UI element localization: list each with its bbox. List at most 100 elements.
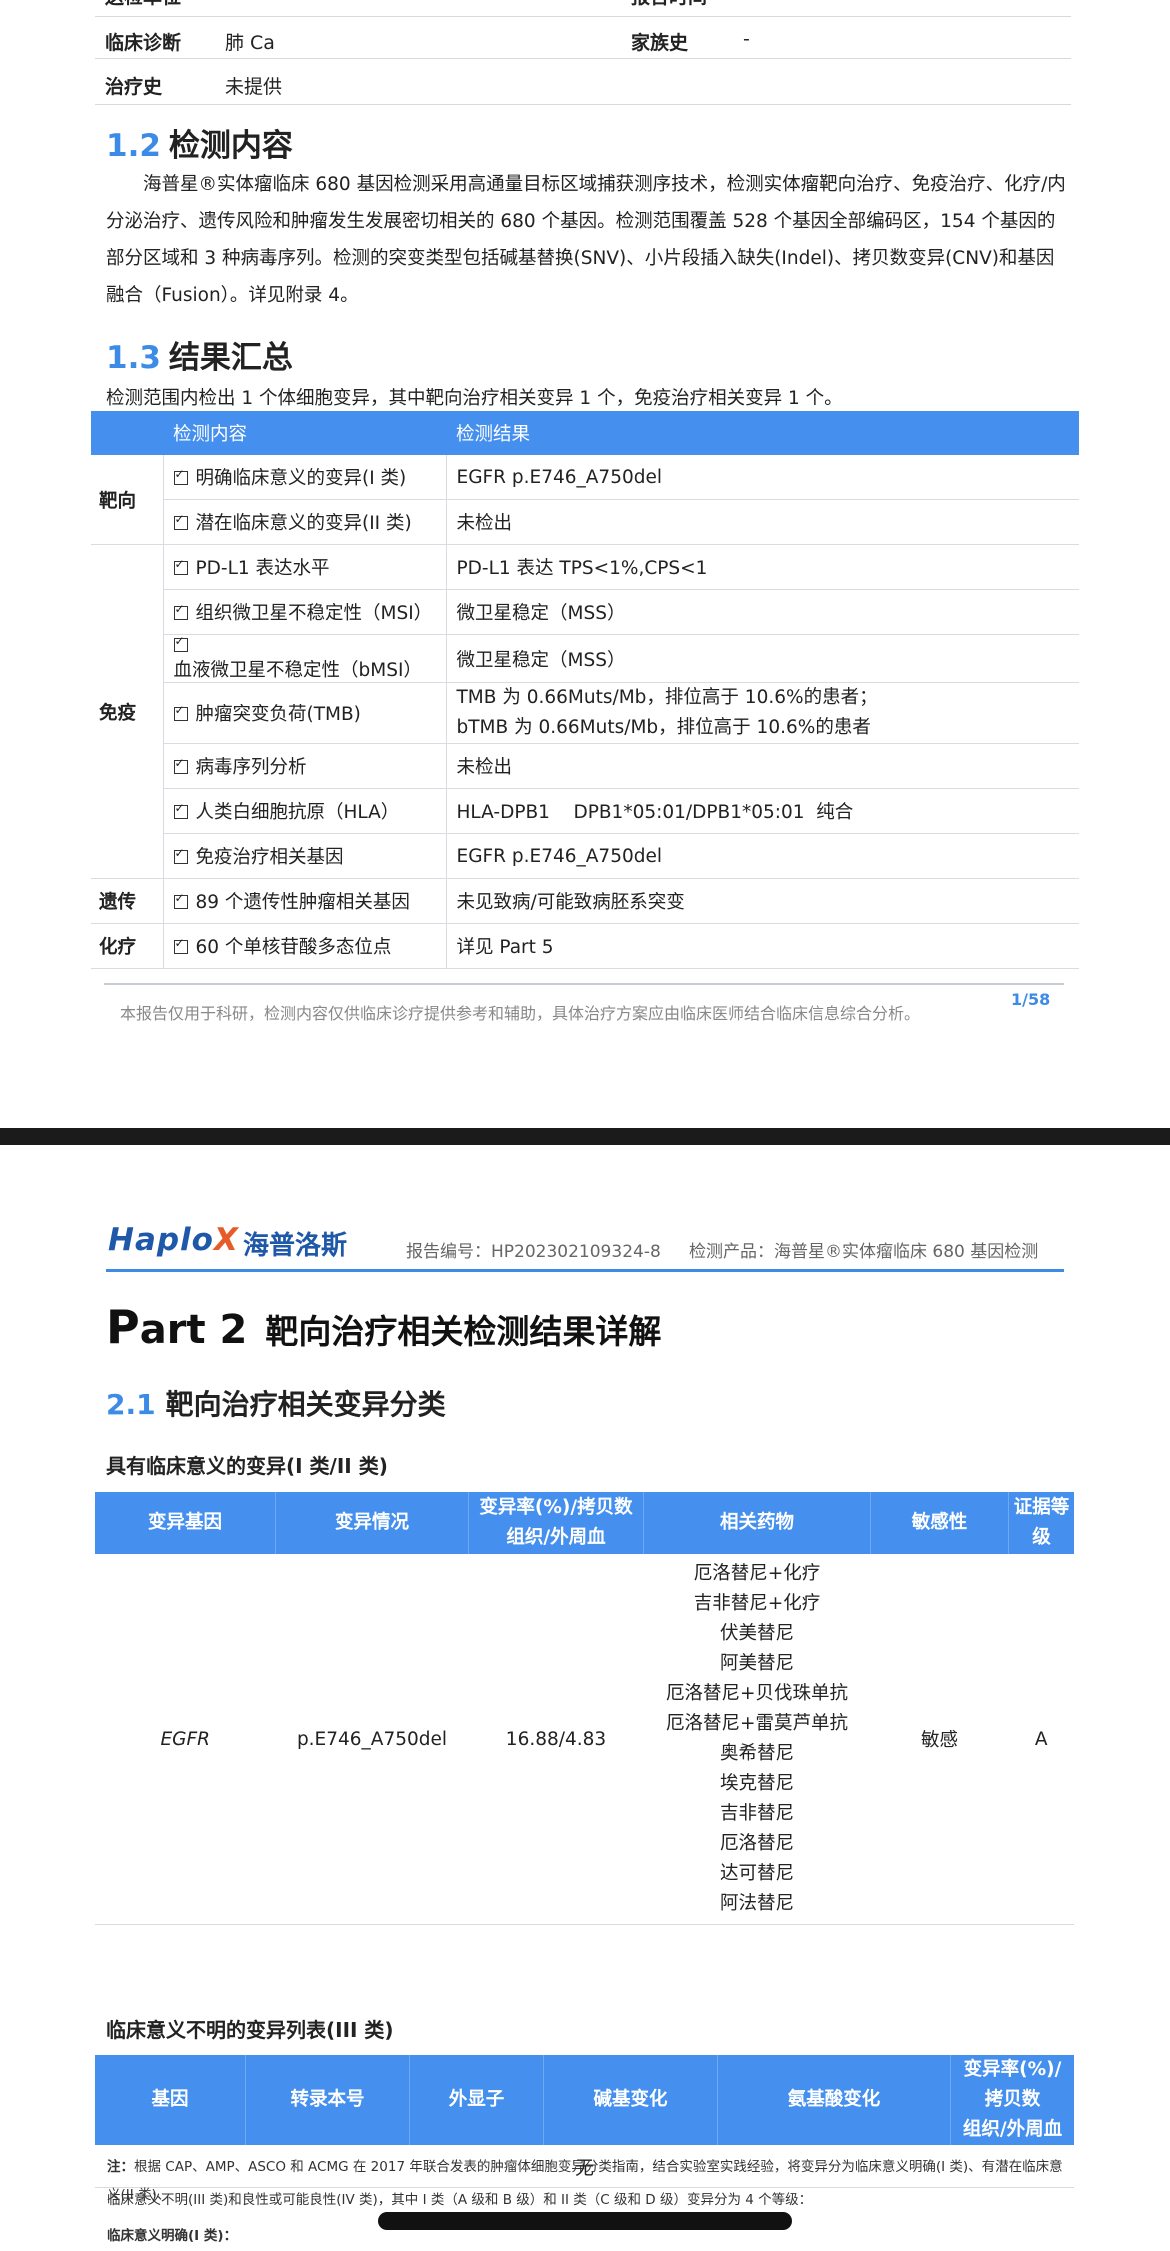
table-row: 肿瘤突变负荷(TMB) TMB 为 0.66Muts/Mb，排位高于 10.6%… [91,682,1079,744]
table-row: 人类白细胞抗原（HLA） HLA-DPB1 DPB1*05:01/DPB1*05… [91,788,1079,834]
table-result-cell: 未见致病/可能致病胚系突变 [445,878,1079,924]
table-result-cell: 未检出 [445,743,1079,789]
table-item-cell: 肿瘤突变负荷(TMB) [162,682,446,744]
group-label: 靶向 [91,455,163,545]
drug-item: 阿美替尼 [719,1653,794,1674]
table-result-cell: 详见 Part 5 [445,923,1079,969]
table-item-cell: 潜在临床意义的变异(II 类) [162,499,446,545]
section-number: 1.2 [106,128,161,164]
table-item-cell: 89 个遗传性肿瘤相关基因 [162,878,446,924]
sensitivity-cell: 敏感 [870,1554,1009,1925]
clinical-variant-table: 变异基因 变异情况 变异率(%)/拷贝数 组织/外周血 相关药物 敏感性 证据等级… [95,1492,1074,1925]
item-label: PD-L1 表达水平 [195,558,330,579]
info-value: 2023-02-27 [743,0,853,4]
related-drugs-cell: 厄洛替尼+化疗 吉非替尼+化疗 伏美替尼 阿美替尼 厄洛替尼+贝伐珠单抗 厄洛替… [643,1554,871,1925]
item-label: 组织微卫星不稳定性（MSI） [195,603,433,624]
item-label: 60 个单核苷酸多态位点 [195,937,392,958]
section-title: 靶向治疗相关变异分类 [165,1388,446,1421]
table-item-cell: PD-L1 表达水平 [162,544,446,590]
table-header-row: 变异基因 变异情况 变异率(%)/拷贝数 组织/外周血 相关药物 敏感性 证据等级 [95,1492,1074,1554]
product-name: 检测产品：海普星®实体瘤临床 680 基因检测 [689,1242,1039,1262]
checkbox-checked-icon [173,557,188,575]
section-number: 1.3 [106,340,161,376]
table-row: 靶向 明确临床意义的变异(I 类) EGFR p.E746_A750del [91,455,1079,545]
table-title-class-3: 临床意义不明的变异列表(III 类) [106,2018,394,2042]
table-header-cell [91,411,163,455]
info-row-unit: 送检单位 报告时间 2023-02-27 [95,0,1071,17]
table-header-cell: 证据等级 [1008,1492,1074,1554]
classification-note-line-2: 临床意义不明(III 类)和良性或可能良性(IV 类)，其中 I 类（A 级和 … [107,2192,813,2208]
item-label: 病毒序列分析 [195,757,307,778]
report-page-1: 送检单位 报告时间 2023-02-27 临床诊断 肺 Ca 家族史 - 治疗史… [0,0,1170,1128]
detection-content-paragraph: 海普星®实体瘤临床 680 基因检测采用高通量目标区域捕获测序技术，检测实体瘤靶… [106,174,1066,306]
table-result-cell: 微卫星稳定（MSS） [445,634,1079,683]
logo-chinese-name: 海普洛斯 [243,1231,348,1261]
drug-item: 吉非替尼 [719,1803,794,1824]
result-line: bTMB 为 0.66Muts/Mb，排位高于 10.6%的患者 [456,717,871,738]
table-result-cell: TMB 为 0.66Muts/Mb，排位高于 10.6%的患者； bTMB 为 … [445,682,1079,744]
table-header-row: 检测内容 检测结果 [91,411,1079,455]
checkbox-checked-icon [173,703,188,721]
table-item-cell: 明确临床意义的变异(I 类) [162,455,446,500]
checkbox-checked-icon [173,756,188,774]
section-heading-1-3: 1.3 结果汇总 [106,332,293,377]
info-label: 送检单位 [105,0,181,9]
checkbox-checked-icon [173,512,188,530]
table-header-cell: 氨基酸变化 [717,2055,951,2145]
info-label: 家族史 [631,32,689,54]
item-label: 肿瘤突变负荷(TMB) [195,704,361,725]
table-result-cell: HLA-DPB1 DPB1*05:01/DPB1*05:01 纯合 [445,788,1079,834]
info-label: 报告时间 [631,0,707,9]
checkbox-checked-icon [173,801,188,819]
item-label: 89 个遗传性肿瘤相关基因 [195,892,410,913]
table-item-cell: 血液微卫星不稳定性（bMSI） [162,634,446,683]
footer-divider [104,983,1064,985]
table-item-cell: 免疫治疗相关基因 [162,833,446,879]
drug-item: 厄洛替尼+贝伐珠单抗 [665,1683,848,1704]
item-label: 明确临床意义的变异(I 类) [195,468,407,489]
report-number: 报告编号：HP202302109324-8 [406,1242,661,1262]
section-heading-2-1: 2.1 靶向治疗相关变异分类 [106,1383,446,1423]
item-label: 免疫治疗相关基因 [195,847,344,868]
table-header-cell: 变异基因 [95,1492,276,1554]
item-label: 潜在临床意义的变异(II 类) [195,513,412,534]
result-line: TMB 为 0.66Muts/Mb，排位高于 10.6%的患者； [456,687,878,708]
drug-item: 埃克替尼 [719,1773,794,1794]
checkbox-checked-icon [173,936,188,954]
table-row: EGFR p.E746_A750del 16.88/4.83 厄洛替尼+化疗 吉… [95,1554,1074,1925]
item-label: 人类白细胞抗原（HLA） [195,802,400,823]
table-header-cell: 检测结果 [446,411,1079,455]
table-row: 免疫治疗相关基因 EGFR p.E746_A750del [91,833,1079,879]
variant-detail-cell: p.E746_A750del [275,1554,469,1925]
table-result-cell: EGFR p.E746_A750del [445,455,1079,500]
drug-item: 达可替尼 [719,1863,794,1884]
table-header-cell: 变异情况 [275,1492,469,1554]
page-number: 1/58 [1011,990,1051,1009]
section-heading-1-2: 1.2 检测内容 [106,120,293,165]
checkbox-checked-icon [173,846,188,864]
section-title: 检测内容 [168,128,293,164]
table-row: 潜在临床意义的变异(II 类) 未检出 [91,499,1079,545]
checkbox-checked-icon [173,602,188,620]
checkbox-checked-icon [173,634,188,652]
item-label: 血液微卫星不稳定性（bMSI） [173,660,422,681]
report-page-2: HaploX 海普洛斯 报告编号：HP202302109324-8 检测产品：海… [0,1145,1170,2251]
info-value: - [743,28,750,50]
table-header-cell: 外显子 [409,2055,544,2145]
drug-item: 厄洛替尼+雷莫芦单抗 [665,1713,848,1734]
table-header-row: 基因 转录本号 外显子 碱基变化 氨基酸变化 变异率(%)/拷贝数 组织/外周血 [95,2055,1074,2145]
section-number: 2.1 [106,1388,156,1421]
table-result-cell: 微卫星稳定（MSS） [445,589,1079,635]
info-value: 未提供 [225,76,283,98]
summary-text: 检测范围内检出 1 个体细胞变异，其中靶向治疗相关变异 1 个，免疫治疗相关变异… [106,388,843,409]
table-header-cell: 相关药物 [643,1492,871,1554]
results-summary-table: 检测内容 检测结果 靶向 明确临床意义的变异(I 类) EGFR p.E746_… [91,411,1079,969]
home-indicator-bar[interactable] [378,2212,792,2230]
info-value: 肺 Ca [225,32,275,54]
table-item-cell: 病毒序列分析 [162,743,446,789]
table-header-cell: 变异率(%)/拷贝数 组织/外周血 [468,1492,644,1554]
table-result-cell: 未检出 [445,499,1079,545]
table-row: 化疗 60 个单核苷酸多态位点 详见 Part 5 [91,923,1079,969]
footer-disclaimer: 本报告仅用于科研，检测内容仅供临床诊疗提供参考和辅助，具体治疗方案应由临床医师结… [120,1004,921,1023]
drug-item: 伏美替尼 [719,1623,794,1644]
